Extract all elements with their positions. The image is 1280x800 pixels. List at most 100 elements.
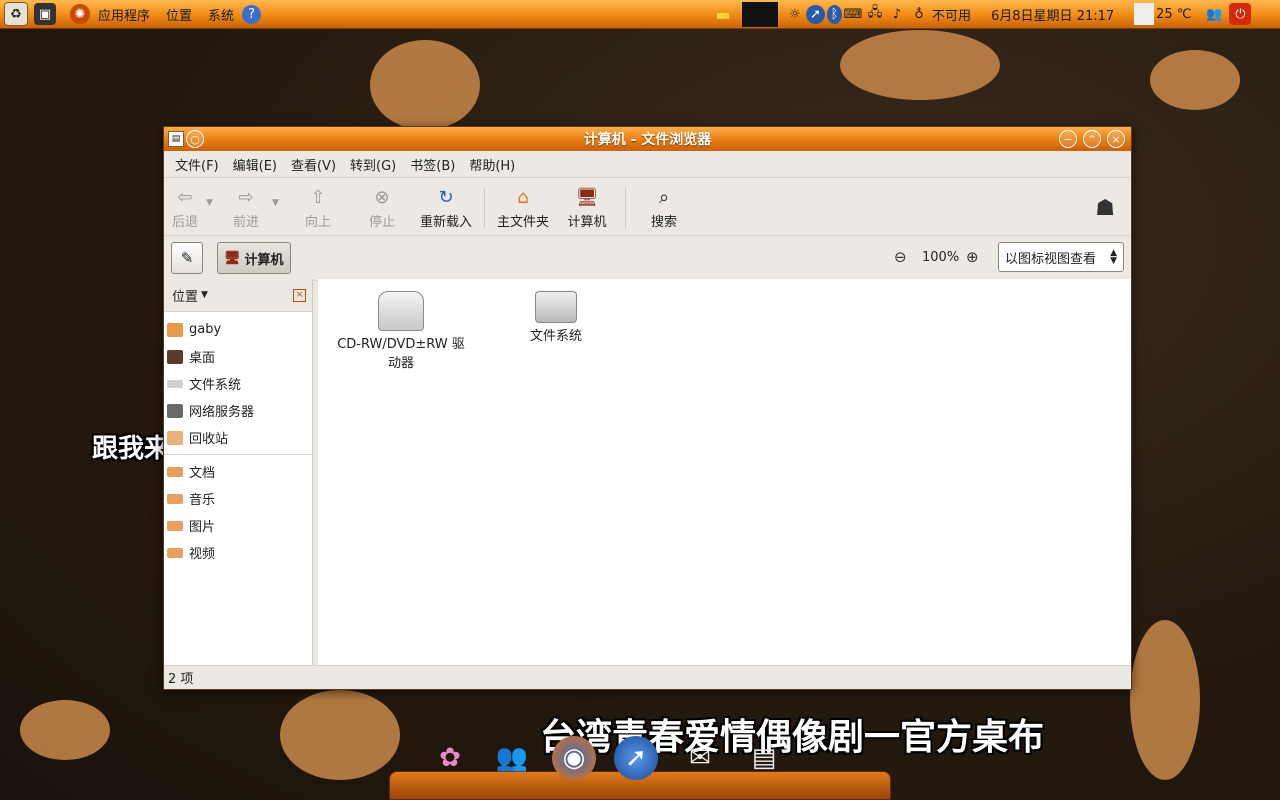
file-item-filesystem[interactable]: 文件系统 — [516, 291, 596, 346]
dock-mail-icon[interactable]: ✉ — [678, 736, 722, 780]
edit-note-icon: ✎ — [180, 249, 194, 267]
sidebar-item-network[interactable]: 网络服务器 — [164, 397, 312, 424]
ubuntu-logo-icon[interactable]: ✺ — [70, 4, 90, 24]
menu-applications[interactable]: 应用程序 — [90, 5, 158, 24]
menu-edit[interactable]: 编辑(E) — [226, 155, 284, 174]
dock-firefox-icon[interactable]: ◉ — [552, 736, 596, 780]
network-icon[interactable]: 🖧 — [864, 3, 886, 25]
sidebar-item-music[interactable]: 音乐 — [164, 485, 312, 512]
keyboard-icon[interactable]: ⌨ — [842, 3, 864, 25]
forward-button[interactable]: ⇨ 前进 — [220, 186, 272, 231]
back-button[interactable]: ⇦ 后退 — [164, 186, 206, 231]
path-button-label: 计算机 — [244, 252, 284, 268]
sidebar-item-filesystem[interactable]: 文件系统 — [164, 370, 312, 397]
menu-file[interactable]: 文件(F) — [168, 155, 226, 174]
sidebar-item-home[interactable]: gaby — [164, 316, 312, 343]
clock[interactable]: 6月8日星期日 21:17 — [991, 5, 1114, 24]
icon-view[interactable]: CD-RW/DVD±RW 驱动器 文件系统 — [318, 279, 1131, 665]
zoom-out-icon[interactable]: ⊖ — [894, 248, 907, 266]
network-status-label[interactable]: 不可用 — [932, 5, 971, 24]
close-button[interactable]: × — [1107, 130, 1125, 148]
menu-go[interactable]: 转到(G) — [343, 155, 403, 174]
sidebar-item-label: 图片 — [189, 520, 216, 535]
menu-bookmarks[interactable]: 书签(B) — [403, 155, 462, 174]
sidebar-separator — [164, 454, 312, 455]
stop-label: 停止 — [368, 215, 395, 230]
show-desktop-icon[interactable]: ▣ — [34, 3, 56, 25]
help-icon[interactable]: ? — [242, 4, 262, 24]
computer-label: 计算机 — [567, 215, 607, 230]
power-icon[interactable]: ⏻ — [1229, 3, 1252, 25]
close-sidebar-icon[interactable]: × — [293, 288, 306, 302]
browser-icon[interactable]: ➚ — [806, 4, 825, 24]
sidebar-item-label: 网络服务器 — [189, 405, 255, 420]
dock-bird-icon[interactable]: ➚ — [614, 736, 658, 780]
sidebar-header[interactable]: 位置 ▼ × — [164, 279, 312, 312]
forward-history-dropdown-icon[interactable]: ▼ — [272, 198, 286, 208]
sidebar-item-pictures[interactable]: 图片 — [164, 512, 312, 539]
chevron-down-icon: ▼ — [201, 290, 208, 300]
file-item-label: 文件系统 — [529, 329, 582, 344]
stop-icon: ⊗ — [374, 186, 390, 208]
sidebar-header-label: 位置 — [172, 289, 199, 305]
user-switch-icon[interactable]: 👥 — [1203, 3, 1225, 25]
dock-drive-icon[interactable]: ▤ — [742, 736, 786, 780]
panel-right: ▬ ☼ ➚ ᛒ ⌨ 🖧 ♪ ♁ 不可用 6月8日星期日 21:17 25 ℃ 👥… — [712, 0, 1252, 29]
temperature-label[interactable]: 25 ℃ — [1156, 7, 1191, 22]
stop-button[interactable]: ⊗ 停止 — [350, 186, 414, 231]
menu-help[interactable]: 帮助(H) — [462, 155, 522, 174]
menu-system[interactable]: 系统 — [200, 5, 242, 24]
notes-icon[interactable]: ▬ — [712, 3, 734, 25]
volume-icon[interactable]: ♪ — [886, 3, 908, 25]
trash-icon[interactable]: ♻ — [4, 2, 28, 26]
wallpaper-text-left: 跟我来 — [92, 434, 171, 464]
location-bar: ✎ 🖥 计算机 ⊖ 100% ⊕ 以图标视图查看 ▲ ▼ — [164, 236, 1131, 281]
minimize-button[interactable]: − — [1059, 130, 1077, 148]
desktop-icon — [167, 349, 183, 364]
search-button[interactable]: ⌕ 搜索 — [632, 186, 696, 231]
view-mode-value: 以图标视图查看 — [1005, 251, 1097, 267]
file-item-cdrom[interactable]: CD-RW/DVD±RW 驱动器 — [336, 291, 466, 373]
top-panel: ♻ ▣ ✺ 应用程序 位置 系统 ? ▬ ☼ ➚ ᛒ ⌨ 🖧 ♪ ♁ 不可用 6… — [0, 0, 1280, 29]
folder-icon — [167, 466, 183, 477]
up-arrow-icon: ⇧ — [310, 186, 326, 208]
back-history-dropdown-icon[interactable]: ▼ — [206, 198, 220, 208]
home-folder-icon: ⌂ — [517, 186, 529, 208]
wallpaper-splat — [20, 700, 110, 760]
dock-paint-icon[interactable]: ✿ — [428, 736, 472, 780]
folder-icon — [167, 547, 183, 558]
system-monitor-graph[interactable] — [742, 1, 778, 27]
menu-view[interactable]: 查看(V) — [284, 155, 343, 174]
reload-button[interactable]: ↻ 重新载入 — [414, 186, 478, 231]
path-button-computer[interactable]: 🖥 计算机 — [217, 242, 291, 274]
wallpaper-splat — [370, 40, 480, 130]
back-label: 后退 — [171, 215, 198, 230]
places-list: gaby 桌面 文件系统 网络服务器 回收站 文档 音乐 图片 视频 — [164, 312, 312, 566]
select-updown-icon: ▲ ▼ — [1110, 248, 1117, 266]
back-arrow-icon: ⇦ — [177, 186, 193, 208]
home-label: 主文件夹 — [496, 215, 549, 230]
wallpaper-splat — [1150, 50, 1240, 110]
up-button[interactable]: ⇧ 向上 — [286, 186, 350, 231]
dock-users-icon[interactable]: 👥 — [490, 736, 534, 780]
microphone-icon[interactable]: ♁ — [908, 3, 930, 25]
bluetooth-icon[interactable]: ᛒ — [827, 4, 842, 24]
window-titlebar[interactable]: ▤ ○ 计算机 - 文件浏览器 − ⌃ × — [164, 127, 1131, 151]
view-mode-select[interactable]: 以图标视图查看 ▲ ▼ — [998, 242, 1124, 272]
zoom-level[interactable]: 100% — [922, 250, 959, 265]
computer-button[interactable]: 🖥 计算机 — [555, 186, 619, 231]
toggle-location-entry-button[interactable]: ✎ — [171, 242, 203, 274]
file-browser-window: ▤ ○ 计算机 - 文件浏览器 − ⌃ × 文件(F) 编辑(E) 查看(V) … — [163, 126, 1132, 690]
sidebar-item-videos[interactable]: 视频 — [164, 539, 312, 566]
home-button[interactable]: ⌂ 主文件夹 — [491, 186, 555, 231]
maximize-button[interactable]: ⌃ — [1083, 130, 1101, 148]
sidebar-item-documents[interactable]: 文档 — [164, 458, 312, 485]
search-label: 搜索 — [650, 215, 677, 230]
zoom-in-icon[interactable]: ⊕ — [966, 248, 979, 266]
sidebar-item-desktop[interactable]: 桌面 — [164, 343, 312, 370]
menu-places[interactable]: 位置 — [158, 5, 200, 24]
weather-icon[interactable]: ☼ — [784, 3, 806, 25]
wallpaper-splat — [280, 690, 400, 780]
sidebar-item-trash[interactable]: 回收站 — [164, 424, 312, 451]
weather-thumb[interactable] — [1134, 3, 1155, 25]
